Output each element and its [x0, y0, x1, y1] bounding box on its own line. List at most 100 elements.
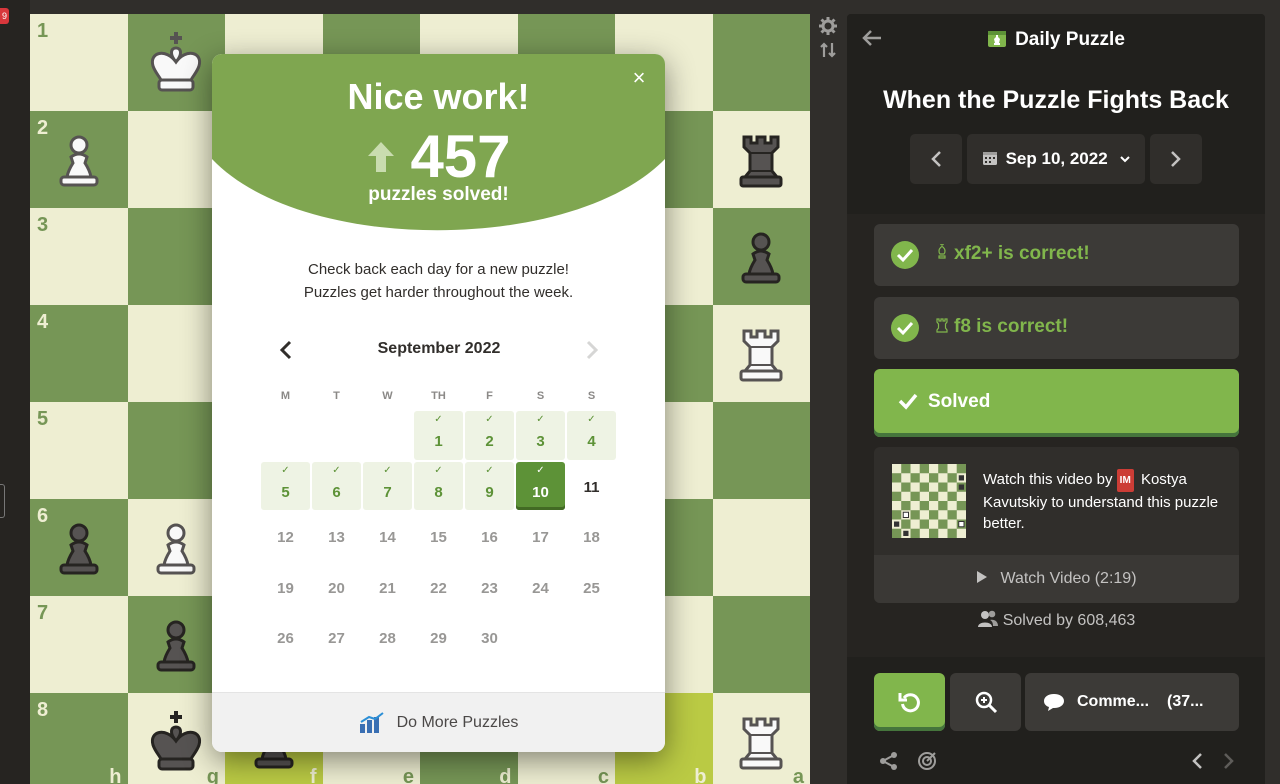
do-more-puzzles-button[interactable]: Do More Puzzles — [212, 692, 665, 752]
calendar-day-number: 19 — [277, 579, 294, 597]
move-feedback-row: xf2+ is correct! — [874, 224, 1239, 286]
calendar-day-number: 23 — [481, 579, 498, 597]
calendar-day-number: 27 — [328, 630, 345, 647]
comments-button[interactable]: Comme... (37... — [1025, 673, 1239, 731]
calendar-day-number: 24 — [532, 579, 549, 597]
previous-day-button[interactable] — [910, 134, 962, 184]
share-icon[interactable] — [879, 751, 899, 771]
day-solved-check-icon: ✓ — [536, 414, 545, 425]
rank-label: 1 — [37, 20, 49, 42]
next-day-button[interactable] — [1150, 134, 1202, 184]
calendar-day[interactable]: ✓ 8 — [414, 461, 463, 510]
calendar-day[interactable]: ✓ 10 — [516, 461, 565, 510]
calendar-day-number: 4 — [587, 433, 596, 450]
square-a4[interactable] — [712, 305, 810, 402]
solved-count-label: puzzles solved! — [368, 184, 509, 205]
calendar-day-number: 5 — [281, 483, 290, 501]
square-g8[interactable]: g — [127, 693, 225, 784]
calendar-day: 27 — [312, 613, 361, 662]
calendar-day[interactable]: ✓ 3 — [516, 411, 565, 460]
video-thumbnail[interactable] — [892, 464, 966, 538]
target-icon[interactable] — [917, 751, 937, 771]
white-rook-icon[interactable] — [726, 707, 796, 777]
calendar-day[interactable]: ✓ 2 — [465, 411, 514, 460]
left-sidebar-strip: 9 — [0, 0, 30, 784]
square-g6[interactable] — [127, 499, 225, 596]
black-pawn-icon[interactable] — [44, 513, 114, 583]
watch-video-button[interactable]: Watch Video (2:19) — [874, 555, 1239, 603]
solved-button-label: Solved — [928, 391, 991, 412]
sidebar-collapse-handle[interactable] — [0, 484, 5, 518]
rank-label: 8 — [37, 699, 49, 721]
black-king-icon[interactable] — [141, 707, 211, 777]
modal-headline: Nice work! — [347, 76, 530, 117]
calendar-blank — [362, 410, 413, 461]
calendar-day[interactable]: ✓ 7 — [363, 461, 412, 510]
black-pawn-icon[interactable] — [141, 610, 211, 680]
white-pawn-icon[interactable] — [141, 513, 211, 583]
calendar-day: 28 — [363, 613, 412, 662]
black-rook-icon[interactable] — [726, 125, 796, 195]
file-label: f — [309, 766, 317, 784]
notification-badge[interactable]: 9 — [0, 8, 9, 24]
retry-icon — [898, 693, 920, 713]
white-rook-icon[interactable] — [726, 319, 796, 389]
calendar-weekday-row: M T W TH F S S — [260, 390, 617, 402]
square-h6[interactable]: 6 — [30, 499, 128, 596]
square-g4[interactable] — [127, 305, 225, 402]
calendar-day[interactable]: 11 — [567, 462, 616, 511]
analysis-button[interactable] — [950, 673, 1021, 731]
square-h3[interactable]: 3 — [30, 208, 128, 305]
users-icon — [977, 610, 998, 627]
move-1-text: xf2+ is correct! — [954, 243, 1090, 264]
comment-bubble-icon — [1044, 694, 1064, 711]
calendar-day[interactable]: ✓ 4 — [567, 411, 616, 460]
square-h2[interactable]: 2 — [30, 111, 128, 208]
square-a8[interactable]: a — [712, 693, 810, 784]
square-g7[interactable] — [127, 596, 225, 693]
calendar-day[interactable]: ✓ 6 — [312, 461, 361, 510]
square-a2[interactable] — [712, 111, 810, 208]
puzzle-complete-modal: × Nice work! 457 puzzles solved! Check b… — [212, 54, 665, 752]
black-pawn-icon[interactable] — [726, 222, 796, 292]
retry-button[interactable] — [874, 673, 945, 731]
square-g2[interactable] — [127, 111, 225, 208]
square-h8[interactable]: 8h — [30, 693, 128, 784]
solved-button[interactable]: Solved — [874, 369, 1239, 437]
move-feedback-row: f8 is correct! — [874, 297, 1239, 359]
calendar-header: September 2022 — [276, 338, 602, 362]
square-g1[interactable] — [127, 14, 225, 111]
date-picker-button[interactable]: Sep 10, 2022 — [967, 134, 1145, 184]
square-h4[interactable]: 4 — [30, 305, 128, 402]
square-h1[interactable]: 1 — [30, 14, 128, 111]
square-h5[interactable]: 5 — [30, 402, 128, 499]
square-a5[interactable] — [712, 402, 810, 499]
square-g5[interactable] — [127, 402, 225, 499]
settings-gear-icon[interactable] — [818, 16, 838, 36]
square-a1[interactable] — [712, 14, 810, 111]
square-g3[interactable] — [127, 208, 225, 305]
white-pawn-icon[interactable] — [44, 125, 114, 195]
calendar-day: 20 — [312, 563, 361, 612]
calendar-day-number: 8 — [434, 483, 443, 501]
square-a7[interactable] — [712, 596, 810, 693]
calendar-day-number: 13 — [328, 529, 345, 546]
calendar-day[interactable]: ✓ 5 — [261, 461, 310, 510]
calendar-day[interactable]: ✓ 9 — [465, 461, 514, 510]
calendar-next-month-icon — [586, 340, 599, 360]
square-a3[interactable] — [712, 208, 810, 305]
rank-label: 5 — [37, 408, 49, 430]
previous-page-chevron-icon[interactable] — [1191, 752, 1205, 770]
white-king-icon[interactable] — [141, 28, 211, 98]
calendar-day[interactable]: ✓ 1 — [414, 411, 463, 460]
modal-message: Check back each day for a new puzzle! Pu… — [212, 258, 665, 304]
weekday-label: S — [536, 390, 545, 402]
calendar-day: 14 — [363, 512, 412, 561]
flip-board-icon[interactable] — [818, 40, 838, 60]
day-solved-check-icon: ✓ — [332, 464, 341, 476]
modal-message-line-2: Puzzles get harder throughout the week. — [303, 284, 574, 301]
square-a6[interactable] — [712, 499, 810, 596]
solved-by-count: Solved by 608,463 — [847, 610, 1265, 630]
square-h7[interactable]: 7 — [30, 596, 128, 693]
weekday-label: M — [280, 390, 291, 402]
